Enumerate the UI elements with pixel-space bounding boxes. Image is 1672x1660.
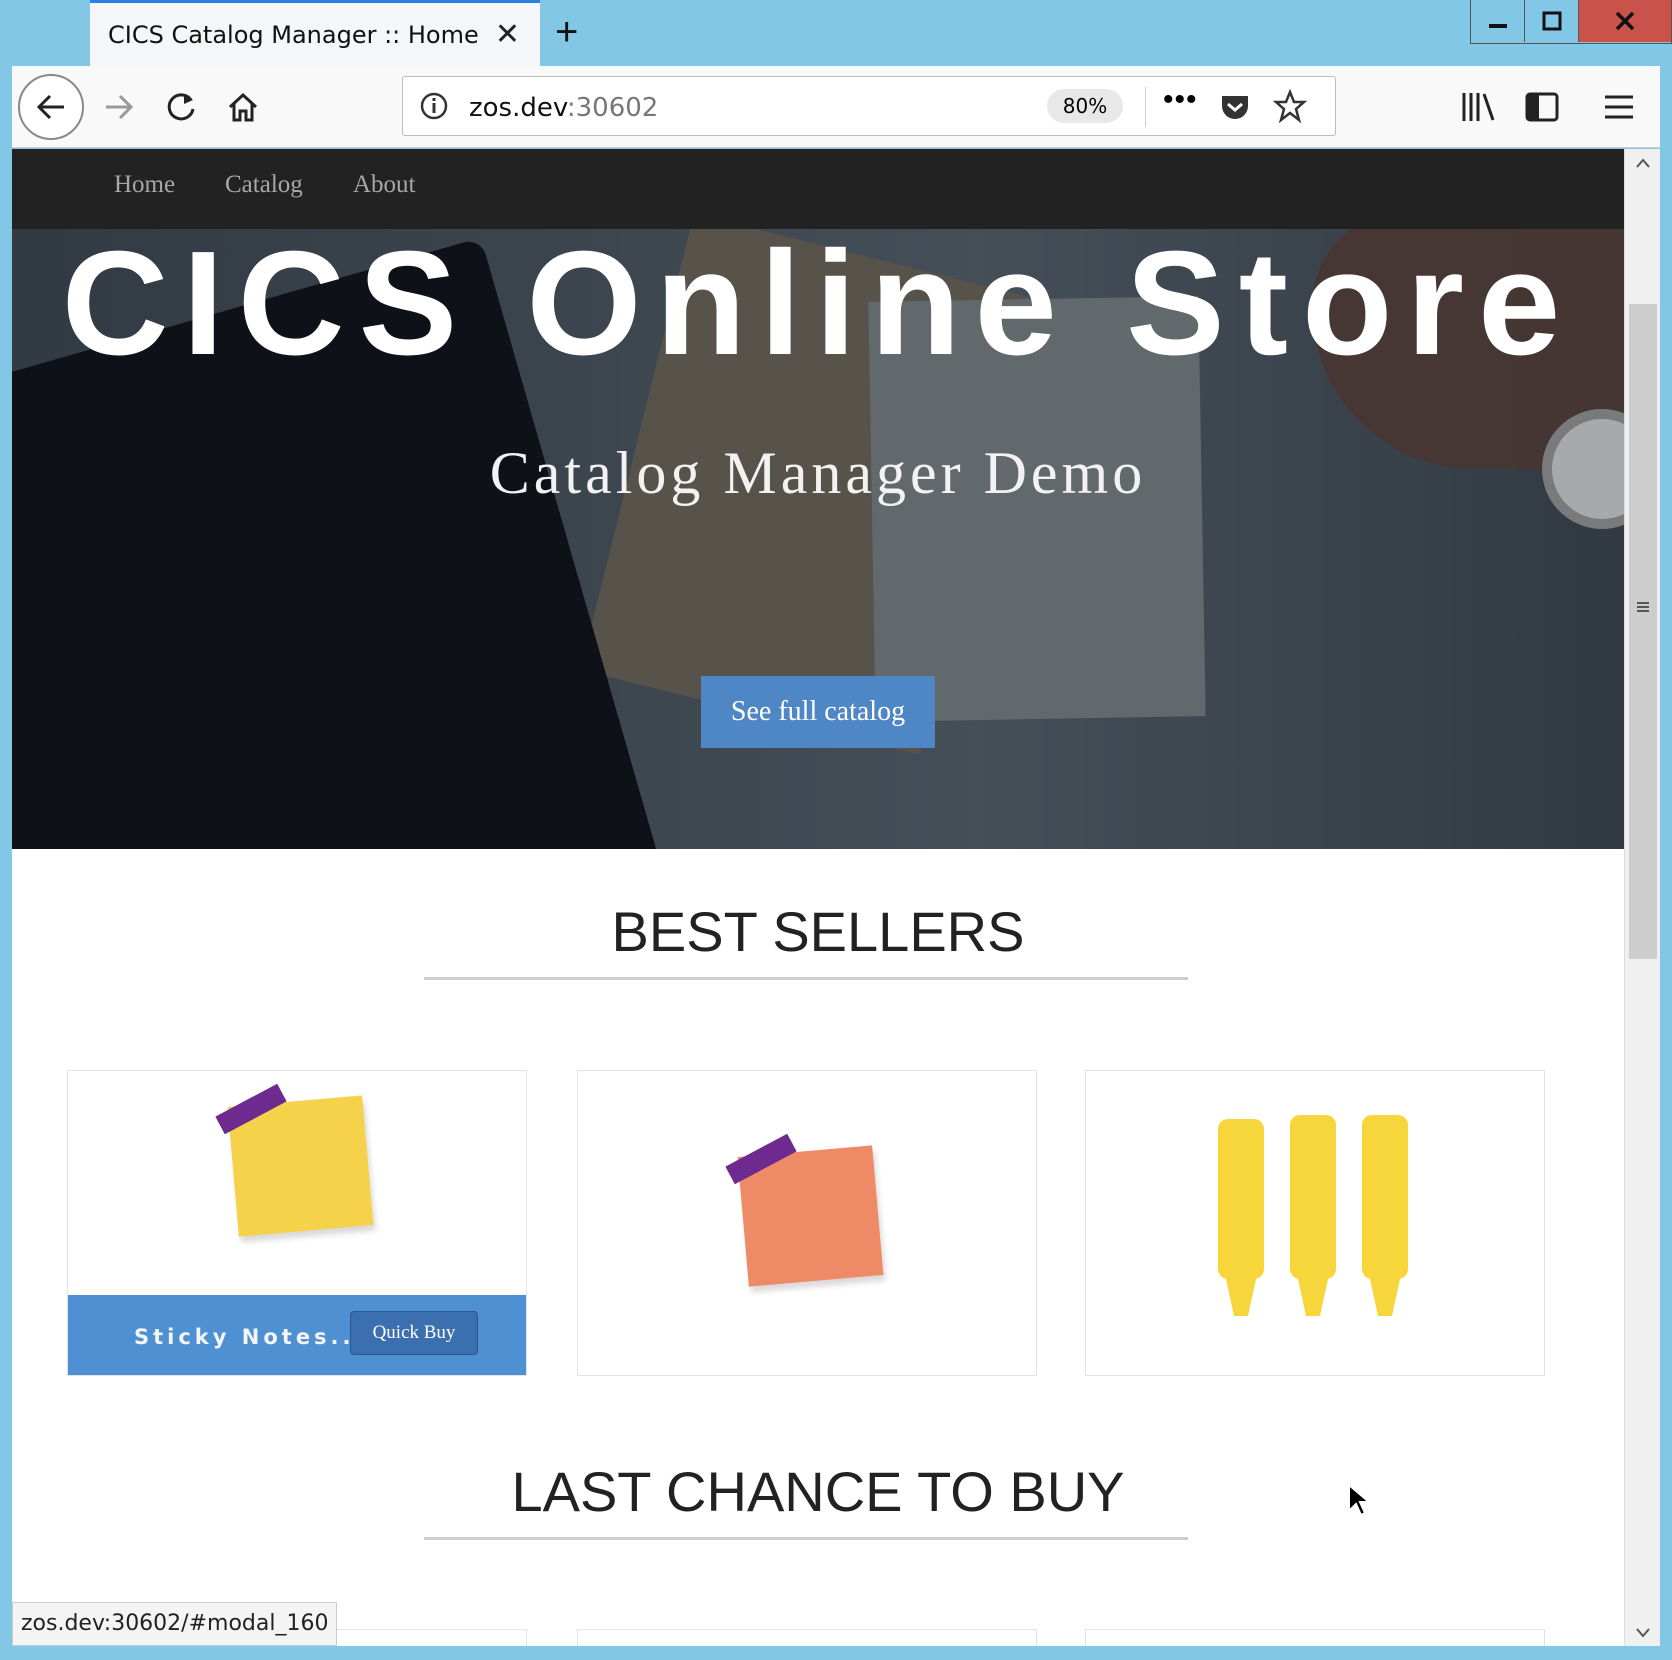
forward-button[interactable] [94,82,144,132]
nav-about-link[interactable]: About [353,171,416,199]
minimize-button[interactable] [1471,0,1525,42]
see-full-catalog-button[interactable]: See full catalog [701,676,935,748]
page-scrollbar[interactable] [1624,149,1660,1646]
back-arrow-icon [36,94,64,120]
quick-buy-button[interactable]: Quick Buy [350,1311,478,1355]
product-card-6[interactable] [1085,1629,1545,1646]
navigation-toolbar: zos.dev:30602 80% ••• [12,66,1660,148]
home-button[interactable] [218,82,268,132]
page-viewport: Home Catalog About CICS Online Store Cat… [12,149,1624,1646]
product-name[interactable]: Sticky Notes... [134,1325,367,1349]
status-bar-url: zos.dev:30602/#modal_160 [12,1602,338,1646]
scroll-down-icon[interactable] [1635,1627,1651,1639]
maximize-icon [1542,11,1561,31]
minimize-icon [1488,24,1507,28]
best-sellers-heading: BEST SELLERS [611,900,1025,963]
nav-home-link[interactable]: Home [114,171,175,199]
hero-banner: CICS Online Store Catalog Manager Demo S… [12,229,1624,849]
mouse-cursor-icon [1348,1483,1371,1517]
pocket-icon[interactable] [1219,91,1251,123]
scroll-grip-icon [1637,602,1649,612]
reload-button[interactable] [156,82,206,132]
menu-icon[interactable] [1602,90,1636,124]
hero-title: CICS Online Store [61,229,1575,386]
scrollbar-thumb[interactable] [1629,304,1657,959]
nav-catalog-link[interactable]: Catalog [225,171,303,199]
library-icon[interactable] [1460,90,1496,124]
zoom-indicator[interactable]: 80% [1047,89,1123,123]
best-sellers-divider [424,977,1188,980]
sidebar-icon[interactable] [1524,90,1560,124]
site-navbar: Home Catalog About [12,149,1624,229]
hero-subtitle: Catalog Manager Demo [489,440,1147,506]
product-card-1[interactable]: Sticky Notes... Quick Buy [67,1070,527,1376]
new-tab-icon[interactable]: + [555,10,578,54]
url-divider [1145,87,1146,127]
back-button[interactable] [18,74,84,140]
tab-close-icon[interactable]: ✕ [495,17,520,52]
bookmark-star-icon[interactable] [1273,89,1307,123]
reload-icon [167,93,195,121]
product-card-3[interactable] [1085,1070,1545,1376]
tab-title: CICS Catalog Manager :: Home [108,21,479,49]
product-card-5[interactable] [577,1629,1037,1646]
page-actions-icon[interactable]: ••• [1163,83,1198,117]
window-controls [1470,0,1672,44]
tab-strip: CICS Catalog Manager :: Home ✕ + [0,0,1672,66]
site-info-icon[interactable] [419,91,449,121]
url-text[interactable]: zos.dev:30602 [469,93,658,123]
scroll-up-icon[interactable] [1635,157,1651,169]
address-bar[interactable]: zos.dev:30602 80% ••• [402,76,1336,136]
product-card-2[interactable] [577,1070,1037,1376]
yellow-highlighters-image [1218,1115,1408,1316]
product-overlay-bar: Sticky Notes... Quick Buy [68,1295,526,1375]
browser-window: CICS Catalog Manager :: Home ✕ + zos.dev… [0,0,1672,1660]
home-icon [228,92,258,122]
last-chance-divider [424,1537,1188,1540]
maximize-button[interactable] [1525,0,1579,42]
active-tab[interactable]: CICS Catalog Manager :: Home ✕ [90,0,540,66]
last-chance-heading: LAST CHANCE TO BUY [511,1460,1125,1523]
close-window-button[interactable] [1579,0,1671,42]
forward-arrow-icon [106,94,134,120]
close-icon [1615,11,1635,31]
